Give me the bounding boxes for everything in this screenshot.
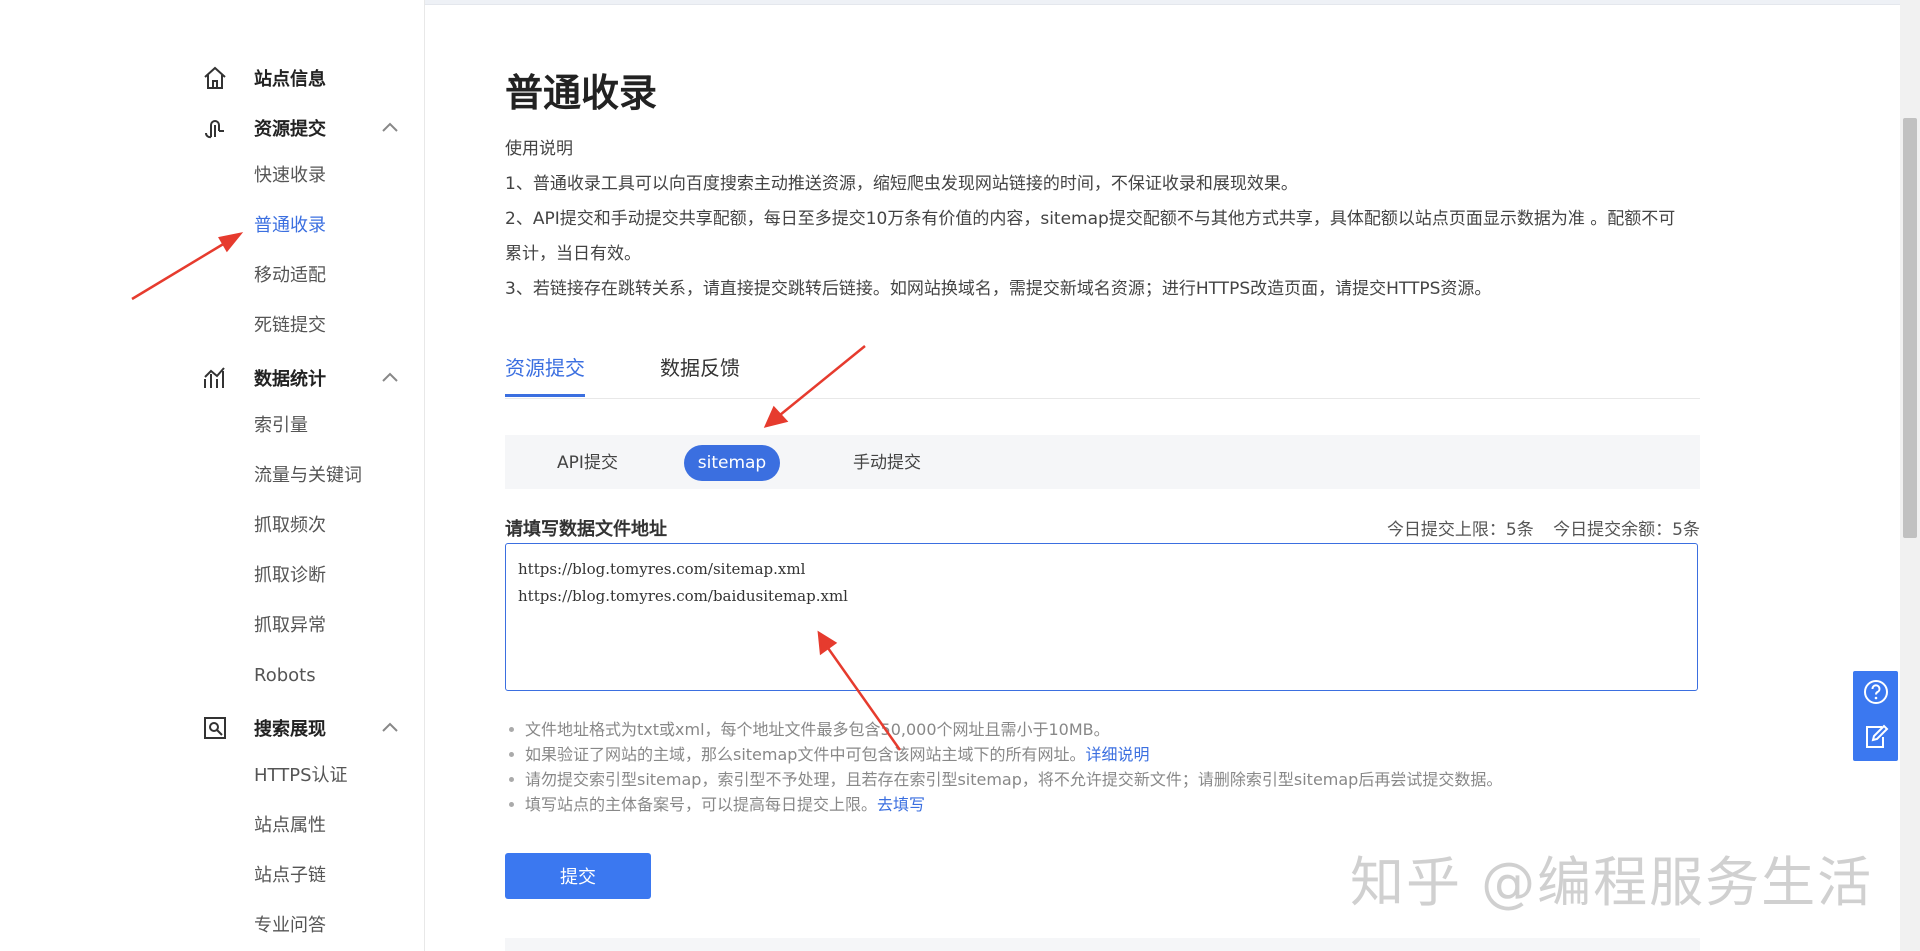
tip-text: 如果验证了网站的主域，那么sitemap文件中可包含该网站主域下的所有网址。 <box>525 745 1086 764</box>
sidebar-group-site-info[interactable]: 站点信息 <box>200 60 410 96</box>
submit-icon <box>200 113 230 143</box>
watermark: 知乎 @编程服务生活 <box>1350 851 1874 914</box>
sidebar-item-quick-index[interactable]: 快速收录 <box>254 161 326 191</box>
main-content: 普通收录 使用说明 1、普通收录工具可以向百度搜索主动推送资源，缩短爬虫发现网站… <box>505 0 1700 951</box>
help-button[interactable] <box>1853 671 1898 716</box>
sidebar-group-search-display[interactable]: 搜索展现 <box>200 710 410 746</box>
submit-method-tabs: API提交 sitemap 手动提交 <box>505 435 1700 489</box>
help-icon <box>1862 678 1890 710</box>
feedback-button[interactable] <box>1853 716 1898 761</box>
tip-item: 请勿提交索引型sitemap，索引型不予处理，且若存在索引型sitemap，将不… <box>505 767 1700 792</box>
sitemap-url-line: https://blog.tomyres.com/sitemap.xml <box>518 560 806 578</box>
instruction-line: 3、若链接存在跳转关系，请直接提交跳转后链接。如网站换域名，需提交新域名资源；进… <box>505 279 1492 299</box>
search-display-icon <box>200 713 230 743</box>
chevron-up-icon[interactable] <box>380 718 400 742</box>
sidebar-item-index-volume[interactable]: 索引量 <box>254 411 308 441</box>
sidebar-item-mobile-adapt[interactable]: 移动适配 <box>254 261 326 291</box>
instruction-line: 2、API提交和手动提交共享配额，每日至多提交10万条有价值的内容，sitema… <box>505 209 1676 229</box>
tip-item: 填写站点的主体备案号，可以提高每日提交上限。去填写 <box>505 792 1700 817</box>
submit-button[interactable]: 提交 <box>505 853 651 899</box>
sitemap-field-label: 请填写数据文件地址 <box>505 519 667 540</box>
sidebar-item-crawl-diagnosis[interactable]: 抓取诊断 <box>254 561 326 591</box>
quota-remaining: 今日提交余额：5条 <box>1553 520 1700 540</box>
fill-in-link[interactable]: 去填写 <box>877 795 925 814</box>
sidebar-group-label: 搜索展现 <box>254 719 326 740</box>
tip-text: 填写站点的主体备案号，可以提高每日提交上限。 <box>525 795 878 814</box>
sidebar-item-normal-index[interactable]: 普通收录 <box>254 211 326 241</box>
next-section-edge <box>505 938 1700 951</box>
sidebar-item-robots[interactable]: Robots <box>254 661 316 691</box>
tip-text: 请勿提交索引型sitemap，索引型不予处理，且若存在索引型sitemap，将不… <box>525 770 1503 789</box>
quota-info: 今日提交上限：5条 今日提交余额：5条 <box>1373 515 1700 540</box>
tip-item: 如果验证了网站的主域，那么sitemap文件中可包含该网站主域下的所有网址。详细… <box>505 742 1700 767</box>
main-tabs: 资源提交 数据反馈 <box>505 348 1700 399</box>
home-icon <box>200 63 230 93</box>
sidebar-item-expert-qa[interactable]: 专业问答 <box>254 911 326 941</box>
chevron-up-icon[interactable] <box>380 118 400 142</box>
instructions-heading: 使用说明 <box>505 139 573 159</box>
sidebar-group-data-stats[interactable]: 数据统计 <box>200 360 410 396</box>
sidebar-item-site-attributes[interactable]: 站点属性 <box>254 811 326 841</box>
quota-limit: 今日提交上限：5条 <box>1386 520 1534 540</box>
subtab-manual[interactable]: 手动提交 <box>841 445 933 481</box>
sidebar-item-site-sublinks[interactable]: 站点子链 <box>254 861 326 891</box>
feedback-icon <box>1862 723 1890 755</box>
subtab-sitemap[interactable]: sitemap <box>684 445 780 481</box>
sitemap-url-textarea[interactable]: https://blog.tomyres.com/sitemap.xml htt… <box>505 543 1698 691</box>
details-link[interactable]: 详细说明 <box>1085 745 1149 764</box>
tips-list: 文件地址格式为txt或xml，每个地址文件最多包含50,000个网址且需小于10… <box>505 717 1700 817</box>
floating-tools <box>1853 671 1898 761</box>
sidebar-item-https-auth[interactable]: HTTPS认证 <box>254 761 348 791</box>
tab-data-feedback[interactable]: 数据反馈 <box>660 352 740 381</box>
sidebar: 站点信息 资源提交 快速收录 普通收录 移动适配 死链提交 数据统计 索引量 流… <box>0 0 424 951</box>
instruction-line: 累计，当日有效。 <box>505 244 641 264</box>
instruction-line: 1、普通收录工具可以向百度搜索主动推送资源，缩短爬虫发现网站链接的时间，不保证收… <box>505 174 1298 194</box>
tip-item: 文件地址格式为txt或xml，每个地址文件最多包含50,000个网址且需小于10… <box>505 717 1700 742</box>
sidebar-item-dead-link[interactable]: 死链提交 <box>254 311 326 341</box>
active-tab-indicator <box>505 394 585 397</box>
sidebar-item-traffic-keywords[interactable]: 流量与关键词 <box>254 461 362 491</box>
sidebar-group-resource-submit[interactable]: 资源提交 <box>200 110 410 146</box>
sidebar-divider <box>424 0 425 951</box>
stats-icon <box>200 363 230 393</box>
sidebar-group-label: 站点信息 <box>254 69 326 90</box>
sidebar-group-label: 资源提交 <box>254 119 326 140</box>
subtab-api[interactable]: API提交 <box>545 445 630 481</box>
tab-resource-submit[interactable]: 资源提交 <box>505 352 585 381</box>
page-title: 普通收录 <box>505 71 658 115</box>
chevron-up-icon[interactable] <box>380 368 400 392</box>
scrollbar-thumb[interactable] <box>1903 118 1917 538</box>
sitemap-url-line: https://blog.tomyres.com/baidusitemap.xm… <box>518 587 848 605</box>
tip-text: 文件地址格式为txt或xml，每个地址文件最多包含50,000个网址且需小于10… <box>525 720 1110 739</box>
sidebar-item-crawl-frequency[interactable]: 抓取频次 <box>254 511 326 541</box>
sidebar-group-label: 数据统计 <box>254 369 326 390</box>
sidebar-item-crawl-errors[interactable]: 抓取异常 <box>254 611 326 641</box>
